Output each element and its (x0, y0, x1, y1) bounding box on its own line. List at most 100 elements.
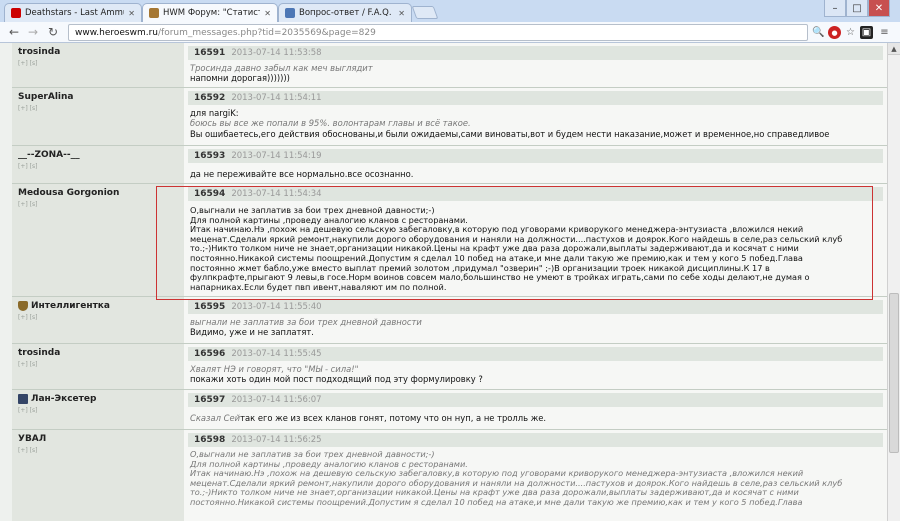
author-links[interactable]: [+] [s] (18, 201, 178, 208)
forum-post: SuperAlina [+] [s] 16592 2013-07-14 11:5… (12, 88, 887, 146)
search-icon[interactable]: 🔍 (812, 26, 825, 39)
post-number[interactable]: 16591 (194, 48, 225, 58)
extension-icon[interactable]: ▣ (860, 26, 873, 39)
post-date: 2013-07-14 11:54:19 (231, 151, 322, 161)
tab-close-icon[interactable]: ✕ (128, 9, 135, 18)
post-text: да не переживайте все нормально.все осоз… (184, 163, 887, 179)
post-body: 16596 2013-07-14 11:55:45 Хвалят НЭ и го… (184, 344, 887, 389)
post-body: 16593 2013-07-14 11:54:19 да не пережива… (184, 146, 887, 183)
post-message: Вы ошибаетесь,его действия обоснованы,и … (190, 128, 830, 139)
tab-hwm-forum[interactable]: HWM Форум: "Статистика с ✕ (142, 3, 278, 22)
tab-faq[interactable]: Вопрос-ответ / F.A.Q. ✕ (278, 3, 412, 22)
forum-thread: trosinda [+] [s] 16591 2013-07-14 11:53:… (0, 43, 887, 521)
forward-arrow-icon[interactable]: → (25, 25, 41, 40)
post-text: Тросинда давно забыл как меч выглядит на… (184, 60, 887, 84)
post-text: Хвалят НЭ и говорят, что "МЫ - сила!" по… (184, 361, 887, 385)
post-author: Medousa Gorgonion [+] [s] (12, 184, 184, 296)
post-body: 16592 2013-07-14 11:54:11 для nargiK: бо… (184, 88, 887, 145)
post-author: Лан-Эксетер [+] [s] (12, 390, 184, 429)
close-window-button[interactable]: ✕ (868, 0, 890, 17)
author-name[interactable]: __--ZONA--__ (18, 150, 178, 160)
post-number[interactable]: 16592 (194, 93, 225, 103)
scroll-thumb[interactable] (889, 293, 899, 453)
post-author: Интеллигентка [+] [s] (12, 297, 184, 343)
forum-post: Интеллигентка [+] [s] 16595 2013-07-14 1… (12, 297, 887, 344)
post-number[interactable]: 16598 (194, 435, 225, 445)
tab-close-icon[interactable]: ✕ (264, 9, 271, 18)
tab-deathstars[interactable]: Deathstars - Last Ammunition ✕ (4, 3, 142, 22)
post-addressee: для nargiK: (190, 108, 239, 118)
post-body: 16591 2013-07-14 11:53:58 Тросинда давно… (184, 43, 887, 87)
hwm-favicon-icon (149, 8, 159, 18)
author-name-row[interactable]: Интеллигентка (18, 301, 178, 311)
adblock-icon[interactable]: ● (828, 26, 841, 39)
forum-post: trosinda [+] [s] 16596 2013-07-14 11:55:… (12, 344, 887, 390)
forum-post: __--ZONA--__ [+] [s] 16593 2013-07-14 11… (12, 146, 887, 184)
author-links[interactable]: [+] [s] (18, 314, 178, 321)
post-quote: О,выгнали не заплатив за бои трех дневно… (190, 449, 843, 507)
post-text: для nargiK: боюсь вы все же попали в 95%… (184, 105, 887, 139)
forum-post: УВАЛ [+] [s] 16598 2013-07-14 11:56:25 О… (12, 430, 887, 521)
post-number[interactable]: 16597 (194, 395, 225, 405)
author-name[interactable]: SuperAlina (18, 92, 178, 102)
forum-post: trosinda [+] [s] 16591 2013-07-14 11:53:… (12, 43, 887, 88)
post-body: 16595 2013-07-14 11:55:40 выгнали не зап… (184, 297, 887, 343)
post-date: 2013-07-14 11:54:34 (231, 189, 322, 199)
faq-favicon-icon (285, 8, 295, 18)
author-name[interactable]: trosinda (18, 348, 178, 358)
author-name[interactable]: Лан-Эксетер (31, 394, 96, 404)
post-quote: выгнали не заплатив за бои трех дневной … (190, 317, 422, 327)
post-message: О,выгнали не заплатив за бои трех дневно… (190, 205, 843, 292)
post-number[interactable]: 16593 (194, 151, 225, 161)
post-text: Сказал Сейтак его же из всех кланов гоня… (184, 407, 887, 423)
post-author: trosinda [+] [s] (12, 344, 184, 389)
clan-shield-icon (18, 301, 28, 311)
post-body: 16594 2013-07-14 11:54:34 О,выгнали не з… (184, 184, 887, 296)
author-links[interactable]: [+] [s] (18, 60, 178, 67)
tab-title: Deathstars - Last Ammunition (25, 8, 124, 18)
post-header: 16594 2013-07-14 11:54:34 (188, 187, 883, 201)
new-tab-button[interactable] (411, 6, 439, 19)
post-quote: боюсь вы все же попали в 95%. волонтарам… (190, 118, 471, 129)
address-bar[interactable]: www.heroeswm.ru/forum_messages.php?tid=2… (68, 24, 808, 41)
post-author: trosinda [+] [s] (12, 43, 184, 87)
post-header: 16595 2013-07-14 11:55:40 (188, 300, 883, 314)
browser-toolbar: ← → ↻ www.heroeswm.ru/forum_messages.php… (0, 22, 900, 43)
post-number[interactable]: 16594 (194, 189, 225, 199)
author-links[interactable]: [+] [s] (18, 407, 178, 414)
post-header: 16596 2013-07-14 11:55:45 (188, 347, 883, 361)
author-links[interactable]: [+] [s] (18, 105, 178, 112)
post-message: покажи хоть один мой пост подходящий под… (190, 374, 483, 385)
post-body: 16597 2013-07-14 11:56:07 Сказал Сейтак … (184, 390, 887, 429)
post-message: так его же из всех кланов гонят, потому … (240, 413, 547, 423)
author-name[interactable]: Интеллигентка (31, 301, 110, 311)
author-name-row[interactable]: Лан-Эксетер (18, 394, 178, 404)
maximize-button[interactable]: □ (846, 0, 868, 17)
author-links[interactable]: [+] [s] (18, 163, 178, 170)
post-date: 2013-07-14 11:54:11 (231, 93, 322, 103)
back-arrow-icon[interactable]: ← (6, 25, 22, 40)
post-number[interactable]: 16595 (194, 302, 225, 312)
post-author: УВАЛ [+] [s] (12, 430, 184, 521)
reload-icon[interactable]: ↻ (45, 25, 61, 40)
post-date: 2013-07-14 11:53:58 (231, 48, 322, 58)
tab-close-icon[interactable]: ✕ (398, 9, 405, 18)
minimize-button[interactable]: – (824, 0, 846, 17)
author-name[interactable]: trosinda (18, 47, 178, 57)
menu-icon[interactable]: ≡ (878, 26, 891, 39)
post-number[interactable]: 16596 (194, 349, 225, 359)
author-links[interactable]: [+] [s] (18, 361, 178, 368)
page-scrollbar[interactable]: ▲ (887, 43, 900, 521)
browser-tab-strip: Deathstars - Last Ammunition ✕ HWM Форум… (0, 0, 900, 22)
post-header: 16592 2013-07-14 11:54:11 (188, 91, 883, 105)
author-links[interactable]: [+] [s] (18, 447, 178, 454)
scroll-up-arrow-icon[interactable]: ▲ (888, 43, 900, 55)
post-header: 16593 2013-07-14 11:54:19 (188, 149, 883, 163)
author-name[interactable]: УВАЛ (18, 434, 178, 444)
url-host: www.heroeswm.ru (75, 27, 158, 38)
author-name[interactable]: Medousa Gorgonion (18, 188, 178, 198)
star-bookmark-icon[interactable]: ☆ (844, 26, 857, 39)
post-date: 2013-07-14 11:56:25 (231, 435, 322, 445)
post-author: SuperAlina [+] [s] (12, 88, 184, 145)
tab-title: HWM Форум: "Статистика с (163, 8, 260, 18)
